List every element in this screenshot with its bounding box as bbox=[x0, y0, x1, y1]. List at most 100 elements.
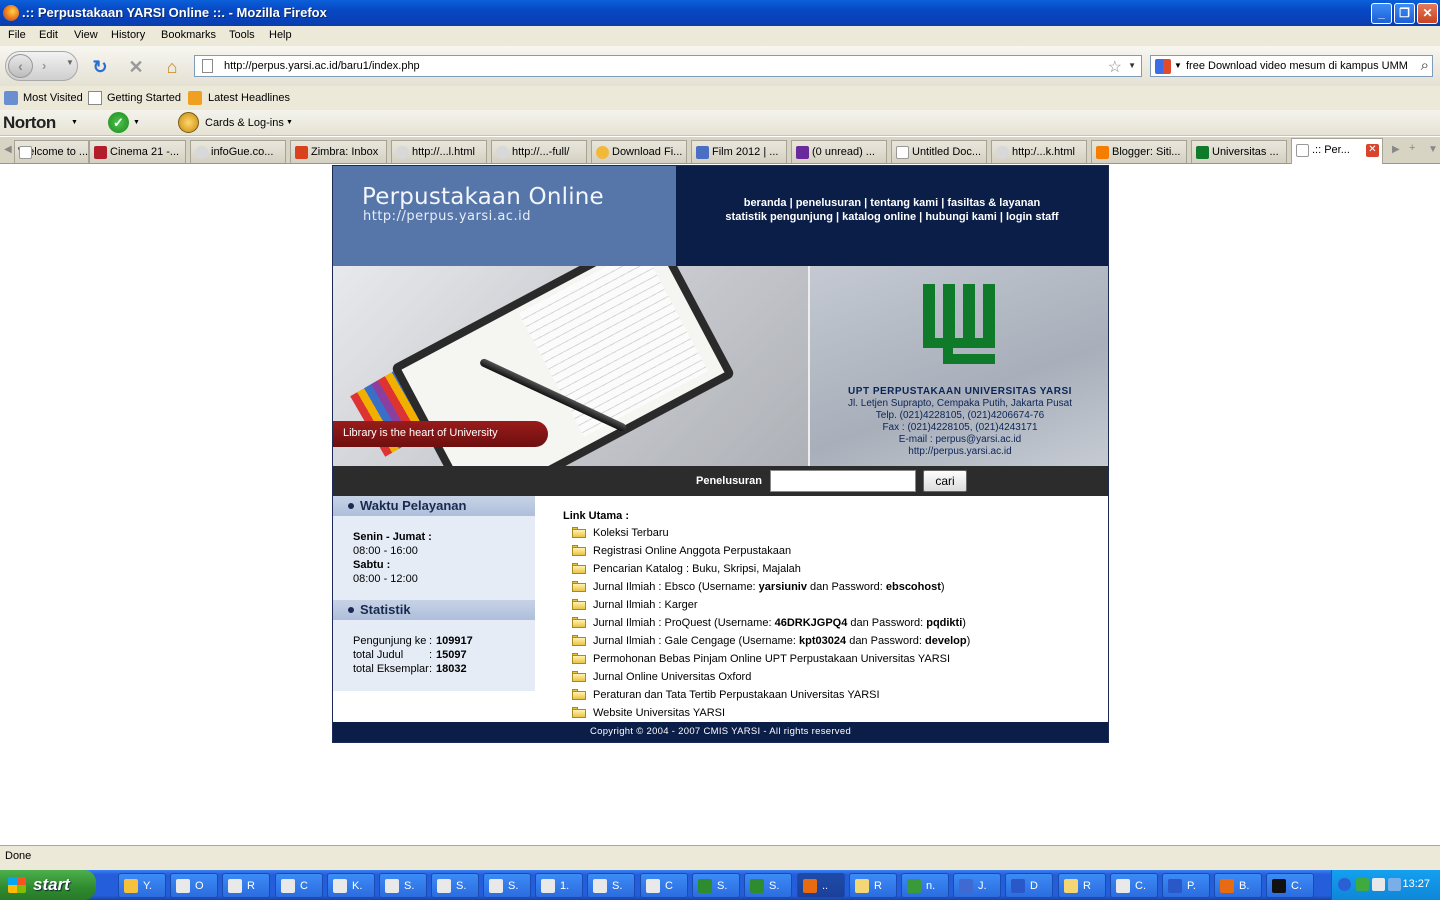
taskbar-button[interactable]: D bbox=[1005, 873, 1053, 898]
start-button[interactable]: start bbox=[0, 870, 96, 900]
taskbar-button[interactable]: C. bbox=[1266, 873, 1314, 898]
menu-view[interactable]: View bbox=[74, 29, 98, 41]
tab-list-icon[interactable]: ▼ bbox=[1428, 144, 1438, 155]
cards-dropdown-icon[interactable]: ▼ bbox=[286, 119, 293, 126]
new-tab-icon[interactable]: + bbox=[1409, 142, 1415, 154]
taskbar-button[interactable]: R bbox=[1058, 873, 1106, 898]
url-dropdown-icon[interactable]: ▼ bbox=[1128, 61, 1136, 70]
bookmark-getting-started[interactable]: Getting Started bbox=[107, 92, 181, 104]
tray-expand-icon[interactable] bbox=[1338, 878, 1351, 891]
site-search-input[interactable] bbox=[770, 470, 916, 492]
norton-logo[interactable]: Norton bbox=[3, 113, 56, 133]
tab[interactable]: http://...-full/ bbox=[491, 140, 587, 163]
taskbar-button[interactable]: S. bbox=[587, 873, 635, 898]
link-text[interactable]: Jurnal Ilmiah : Karger bbox=[593, 599, 698, 611]
link-text[interactable]: Permohonan Bebas Pinjam Online UPT Perpu… bbox=[593, 653, 950, 665]
tab[interactable]: Zimbra: Inbox bbox=[290, 140, 387, 163]
link-text[interactable]: Jurnal Ilmiah : Gale Cengage (Username: … bbox=[593, 635, 970, 647]
taskbar-button[interactable]: Y. bbox=[118, 873, 166, 898]
menu-edit[interactable]: Edit bbox=[39, 29, 58, 41]
link-text[interactable]: Peraturan dan Tata Tertib Perpustakaan U… bbox=[593, 689, 880, 701]
forward-button[interactable]: › bbox=[42, 58, 46, 73]
taskbar-button[interactable]: R bbox=[849, 873, 897, 898]
link-text[interactable]: Jurnal Online Universitas Oxford bbox=[593, 671, 751, 683]
minimize-button[interactable]: _ bbox=[1371, 3, 1392, 24]
taskbar-button[interactable]: S. bbox=[379, 873, 427, 898]
taskbar-button[interactable]: S. bbox=[431, 873, 479, 898]
restore-button[interactable]: ❐ bbox=[1394, 3, 1415, 24]
taskbar-button[interactable]: C bbox=[640, 873, 688, 898]
tab[interactable]: Welcome to ... bbox=[14, 140, 89, 163]
history-dropdown-icon[interactable]: ▼ bbox=[66, 58, 74, 67]
tab[interactable]: Universitas ... bbox=[1191, 140, 1287, 163]
taskbar-button[interactable]: C. bbox=[1110, 873, 1158, 898]
antivirus-icon[interactable] bbox=[1372, 878, 1385, 891]
back-button[interactable]: ‹ bbox=[8, 54, 33, 78]
menu-file[interactable]: File bbox=[8, 29, 26, 41]
search-button[interactable]: cari bbox=[923, 470, 967, 492]
cards-logins-button[interactable]: Cards & Log-ins bbox=[205, 117, 284, 129]
url-bar[interactable]: http://perpus.yarsi.ac.id/baru1/index.ph… bbox=[194, 55, 1142, 77]
taskbar-button[interactable]: O bbox=[170, 873, 218, 898]
link-text[interactable]: Koleksi Terbaru bbox=[593, 527, 669, 539]
taskbar-button[interactable]: R bbox=[222, 873, 270, 898]
taskbar-button[interactable]: K. bbox=[327, 873, 375, 898]
network-icon[interactable] bbox=[1356, 878, 1369, 891]
menu-help[interactable]: Help bbox=[269, 29, 292, 41]
taskbar-button[interactable]: B. bbox=[1214, 873, 1262, 898]
menu-tools[interactable]: Tools bbox=[229, 29, 255, 41]
google-search-engine-icon[interactable] bbox=[1155, 59, 1171, 74]
link-text[interactable]: Pencarian Katalog : Buku, Skripsi, Majal… bbox=[593, 563, 801, 575]
display-icon[interactable] bbox=[1388, 878, 1401, 891]
norton-status-check-icon[interactable]: ✓ bbox=[108, 112, 129, 133]
taskbar-button[interactable]: S. bbox=[483, 873, 531, 898]
tab-scroll-right-icon[interactable]: ▶ bbox=[1392, 144, 1400, 155]
link-text[interactable]: Website Universitas YARSI bbox=[593, 707, 725, 719]
tab[interactable]: Cinema 21 -... bbox=[89, 140, 186, 163]
menu-history[interactable]: History bbox=[111, 29, 145, 41]
blogger-icon bbox=[1096, 146, 1109, 159]
link-text[interactable]: Registrasi Online Anggota Perpustakaan bbox=[593, 545, 791, 557]
close-tab-icon[interactable]: ✕ bbox=[1366, 144, 1379, 157]
site-nav-line-2[interactable]: statistik pengunjung | katalog online | … bbox=[676, 210, 1108, 224]
tab-scroll-left-icon[interactable]: ◀ bbox=[4, 144, 12, 155]
close-button[interactable]: ✕ bbox=[1417, 3, 1438, 24]
status-dropdown-icon[interactable]: ▼ bbox=[133, 119, 140, 126]
taskbar-button[interactable]: J. bbox=[953, 873, 1001, 898]
tab[interactable]: (0 unread) ... bbox=[791, 140, 887, 163]
bookmark-most-visited[interactable]: Most Visited bbox=[23, 92, 83, 104]
menu-bookmarks[interactable]: Bookmarks bbox=[161, 29, 216, 41]
lock-icon[interactable] bbox=[178, 112, 199, 133]
tab[interactable]: Film 2012 | ... bbox=[691, 140, 787, 163]
tab[interactable]: Untitled Doc... bbox=[891, 140, 987, 163]
taskbar-button[interactable]: S. bbox=[692, 873, 740, 898]
taskbar-button[interactable]: C bbox=[275, 873, 323, 898]
folder-icon bbox=[572, 563, 586, 574]
stop-icon[interactable]: ✕ bbox=[125, 56, 147, 78]
reload-icon[interactable]: ↻ bbox=[89, 56, 111, 78]
taskbar-button[interactable]: P. bbox=[1162, 873, 1210, 898]
url-text[interactable]: http://perpus.yarsi.ac.id/baru1/index.ph… bbox=[224, 60, 420, 72]
tab[interactable]: Blogger: Siti... bbox=[1091, 140, 1187, 163]
search-bar[interactable]: ▼ free Download video mesum di kampus UM… bbox=[1150, 55, 1433, 77]
taskbar-button[interactable]: n. bbox=[901, 873, 949, 898]
bullet-icon bbox=[348, 503, 354, 509]
tab[interactable]: infoGue.co... bbox=[190, 140, 286, 163]
bookmark-star-icon[interactable]: ☆ bbox=[1108, 57, 1122, 77]
search-engine-dropdown-icon[interactable]: ▼ bbox=[1174, 61, 1182, 70]
link-text[interactable]: Jurnal Ilmiah : ProQuest (Username: 46DR… bbox=[593, 617, 966, 629]
site-nav-line-1[interactable]: beranda | penelusuran | tentang kami | f… bbox=[676, 196, 1108, 210]
taskbar-button[interactable]: 1. bbox=[535, 873, 583, 898]
norton-dropdown-icon[interactable]: ▼ bbox=[71, 119, 78, 126]
link-text[interactable]: Jurnal Ilmiah : Ebsco (Username: yarsiun… bbox=[593, 581, 945, 593]
tab-active[interactable]: .:: Per... ✕ bbox=[1291, 138, 1383, 164]
bookmark-latest-headlines[interactable]: Latest Headlines bbox=[208, 92, 290, 104]
search-input[interactable]: free Download video mesum di kampus UMM bbox=[1186, 60, 1408, 72]
search-magnifier-icon[interactable]: ⌕ bbox=[1421, 57, 1429, 74]
tab[interactable]: http:/...k.html bbox=[991, 140, 1087, 163]
tab[interactable]: http://...l.html bbox=[391, 140, 487, 163]
home-icon[interactable]: ⌂ bbox=[161, 56, 183, 78]
tab[interactable]: Download Fi... bbox=[591, 140, 687, 163]
taskbar-button[interactable]: .. bbox=[797, 873, 845, 898]
taskbar-button[interactable]: S. bbox=[744, 873, 792, 898]
